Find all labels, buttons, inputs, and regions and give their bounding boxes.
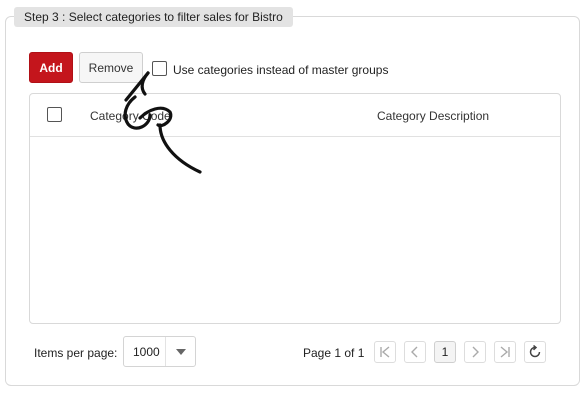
previous-page-icon[interactable] <box>404 341 426 363</box>
page-number-button[interactable]: 1 <box>434 341 456 363</box>
items-per-page-value: 1000 <box>133 344 160 359</box>
next-page-icon[interactable] <box>464 341 486 363</box>
column-header-category-description[interactable]: Category Description <box>377 109 489 123</box>
last-page-icon[interactable] <box>494 341 516 363</box>
step-legend: Step 3 : Select categories to filter sal… <box>14 7 293 27</box>
column-header-category-code[interactable]: Category Code <box>90 109 171 123</box>
items-per-page-select[interactable]: 1000 <box>123 336 196 367</box>
add-button[interactable]: Add <box>29 52 73 83</box>
chevron-down-icon[interactable] <box>165 337 195 366</box>
grid-header: Category Code Category Description <box>30 94 560 137</box>
remove-button[interactable]: Remove <box>79 52 143 83</box>
items-per-page-label: Items per page: <box>34 346 118 360</box>
refresh-icon[interactable] <box>524 341 546 363</box>
use-categories-checkbox[interactable] <box>152 61 167 76</box>
categories-grid: Category Code Category Description <box>29 93 561 324</box>
use-categories-label[interactable]: Use categories instead of master groups <box>173 63 388 77</box>
step-panel: Step 3 : Select categories to filter sal… <box>0 0 587 401</box>
select-all-checkbox[interactable] <box>47 107 62 122</box>
page-info: Page 1 of 1 <box>303 346 365 360</box>
first-page-icon[interactable] <box>374 341 396 363</box>
